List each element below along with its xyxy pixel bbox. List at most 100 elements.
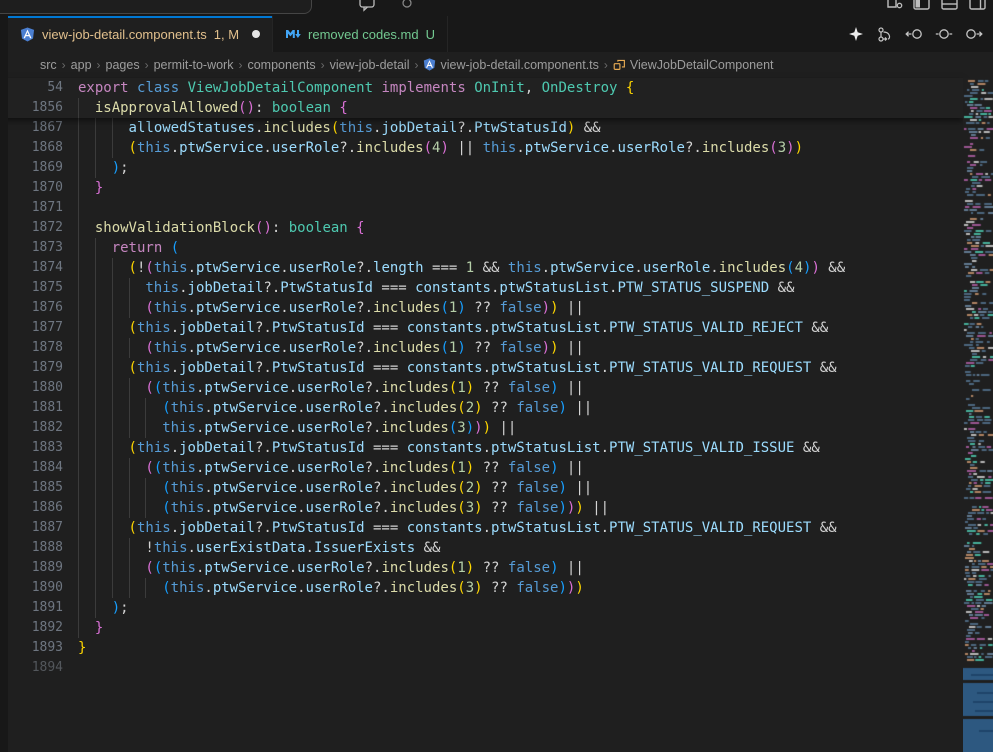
line-number[interactable]: 1874 bbox=[8, 258, 63, 278]
code-line[interactable]: 54 export class ViewJobDetailComponent im… bbox=[0, 78, 963, 98]
code-line[interactable]: 1888 !this.userExistData.IssuerExists && bbox=[0, 538, 963, 558]
line-number[interactable]: 1875 bbox=[8, 278, 63, 298]
code-text[interactable]: } bbox=[78, 178, 103, 198]
code-text[interactable]: this.jobDetail?.PtwStatusId === constant… bbox=[78, 278, 803, 298]
code-text[interactable]: (this.ptwService.userRole?.includes(3) ?… bbox=[78, 578, 584, 598]
previous-change-icon[interactable] bbox=[905, 26, 923, 42]
next-change-icon[interactable] bbox=[965, 26, 983, 42]
code-line[interactable]: 1889((this.ptwService.userRole?.includes… bbox=[0, 558, 963, 578]
toggle-panel-icon[interactable] bbox=[940, 0, 960, 13]
code-line[interactable]: 1872showValidationBlock(): boolean { bbox=[0, 218, 963, 238]
line-number[interactable]: 1870 bbox=[8, 178, 63, 198]
code-text[interactable]: export class ViewJobDetailComponent impl… bbox=[78, 78, 634, 98]
line-number[interactable]: 1892 bbox=[8, 618, 63, 638]
code-text[interactable]: (this.ptwService.userRole?.includes(2) ?… bbox=[78, 478, 601, 498]
line-number[interactable]: 1884 bbox=[8, 458, 63, 478]
line-number[interactable]: 1856 bbox=[8, 98, 63, 118]
code-text[interactable]: (this.ptwService.userRole?.includes(3) ?… bbox=[78, 498, 618, 518]
line-number[interactable]: 1879 bbox=[8, 358, 63, 378]
line-number[interactable]: 1877 bbox=[8, 318, 63, 338]
code-text[interactable]: (this.ptwService.userRole?.includes(1) ?… bbox=[78, 338, 592, 358]
code-line[interactable]: 1874 (!(this.ptwService.userRole?.length … bbox=[0, 258, 963, 278]
code-line[interactable]: 1881 (this.ptwService.userRole?.includes(… bbox=[0, 398, 963, 418]
line-number[interactable]: 1886 bbox=[8, 498, 63, 518]
line-number[interactable]: 1873 bbox=[8, 238, 63, 258]
feedback-comment-icon[interactable] bbox=[358, 0, 378, 14]
breadcrumb-item[interactable]: view-job-detail bbox=[330, 58, 410, 72]
code-line[interactable]: 1893} bbox=[0, 638, 963, 658]
code-text[interactable]: this.ptwService.userRole?.includes(3))) … bbox=[78, 418, 525, 438]
code-line[interactable]: 1876 (this.ptwService.userRole?.includes(… bbox=[0, 298, 963, 318]
line-number[interactable]: 1885 bbox=[8, 478, 63, 498]
code-text[interactable]: } bbox=[78, 618, 103, 638]
code-text[interactable]: ); bbox=[78, 598, 129, 618]
breadcrumb-item[interactable]: components bbox=[247, 58, 315, 72]
breadcrumb-item[interactable]: pages bbox=[106, 58, 140, 72]
code-line[interactable]: 1884 ((this.ptwService.userRole?.includes… bbox=[0, 458, 963, 478]
code-text[interactable]: (this.ptwService.userRole?.includes(2) ?… bbox=[78, 398, 601, 418]
code-text[interactable]: allowedStatuses.includes(this.jobDetail?… bbox=[78, 118, 609, 138]
line-number[interactable]: 1888 bbox=[8, 538, 63, 558]
code-text[interactable]: (this.jobDetail?.PtwStatusId === constan… bbox=[78, 318, 837, 338]
code-line[interactable]: 1883 (this.jobDetail?.PtwStatusId === con… bbox=[0, 438, 963, 458]
line-number[interactable]: 1883 bbox=[8, 438, 63, 458]
code-text[interactable]: return ( bbox=[78, 238, 179, 258]
line-number[interactable]: 1872 bbox=[8, 218, 63, 238]
source-control-graph-icon[interactable] bbox=[876, 26, 893, 43]
code-line[interactable]: 1880((this.ptwService.userRole?.includes… bbox=[0, 378, 963, 398]
line-number[interactable]: 1876 bbox=[8, 298, 63, 318]
code-text[interactable]: isApprovalAllowed(): boolean { bbox=[78, 98, 348, 118]
line-number[interactable]: 1881 bbox=[8, 398, 63, 418]
code-text[interactable]: (this.jobDetail?.PtwStatusId === constan… bbox=[78, 518, 845, 538]
line-number[interactable]: 1878 bbox=[8, 338, 63, 358]
code-text[interactable]: ); bbox=[78, 158, 129, 178]
line-number[interactable]: 1867 bbox=[8, 118, 63, 138]
code-text[interactable]: (this.jobDetail?.PtwStatusId === constan… bbox=[78, 358, 845, 378]
customize-layout-icon[interactable] bbox=[884, 0, 904, 13]
breadcrumb-item[interactable]: src bbox=[40, 58, 57, 72]
breadcrumb-symbol-class[interactable]: ViewJobDetailComponent bbox=[613, 58, 774, 72]
command-center[interactable] bbox=[0, 0, 312, 14]
code-line[interactable]: 1869); bbox=[0, 158, 963, 178]
line-number[interactable]: 54 bbox=[8, 78, 63, 98]
sticky-scroll[interactable]: 54 export class ViewJobDetailComponent im… bbox=[0, 78, 963, 118]
code-text[interactable]: ((this.ptwService.userRole?.includes(1) … bbox=[78, 558, 592, 578]
code-line[interactable]: 1871 bbox=[0, 198, 963, 218]
code-line[interactable]: 1891); bbox=[0, 598, 963, 618]
code-line[interactable]: 1856 isApprovalAllowed(): boolean { bbox=[0, 98, 963, 118]
minimap[interactable] bbox=[963, 78, 993, 752]
code-line[interactable]: 1890 (this.ptwService.userRole?.includes(… bbox=[0, 578, 963, 598]
toggle-secondary-sidebar-icon[interactable] bbox=[968, 0, 988, 13]
line-number[interactable]: 1880 bbox=[8, 378, 63, 398]
tab-view-job-detail-component[interactable]: view-job-detail.component.ts 1, M bbox=[8, 16, 273, 52]
line-number[interactable]: 1894 bbox=[8, 658, 63, 678]
copilot-sparkle-icon[interactable] bbox=[848, 26, 864, 42]
code-line[interactable]: 1887 (this.jobDetail?.PtwStatusId === con… bbox=[0, 518, 963, 538]
line-number[interactable]: 1893 bbox=[8, 638, 63, 658]
line-number[interactable]: 1868 bbox=[8, 138, 63, 158]
code-text[interactable]: !this.userExistData.IssuerExists && bbox=[78, 538, 449, 558]
line-number[interactable]: 1882 bbox=[8, 418, 63, 438]
code-line[interactable]: 1868(this.ptwService.userRole?.includes(… bbox=[0, 138, 963, 158]
line-number[interactable]: 1890 bbox=[8, 578, 63, 598]
code-line[interactable]: 1875 this.jobDetail?.PtwStatusId === cons… bbox=[0, 278, 963, 298]
code-text[interactable]: ((this.ptwService.userRole?.includes(1) … bbox=[78, 458, 592, 478]
open-changes-icon[interactable] bbox=[935, 26, 953, 42]
code-text[interactable]: (!(this.ptwService.userRole?.length === … bbox=[78, 258, 854, 278]
line-number[interactable]: 1871 bbox=[8, 198, 63, 218]
code-line[interactable]: 1873 return ( bbox=[0, 238, 963, 258]
breadcrumb-file[interactable]: view-job-detail.component.ts bbox=[423, 58, 598, 72]
code-text[interactable]: (this.ptwService.userRole?.includes(1) ?… bbox=[78, 298, 592, 318]
code-line[interactable]: 1867 allowedStatuses.includes(this.jobDet… bbox=[0, 118, 963, 138]
toggle-primary-sidebar-icon[interactable] bbox=[912, 0, 932, 13]
code-line[interactable]: 1879 (this.jobDetail?.PtwStatusId === con… bbox=[0, 358, 963, 378]
code-text[interactable] bbox=[78, 198, 95, 218]
code-text[interactable]: (this.jobDetail?.PtwStatusId === constan… bbox=[78, 438, 828, 458]
code-line[interactable]: 1878 (this.ptwService.userRole?.includes(… bbox=[0, 338, 963, 358]
code-text[interactable]: } bbox=[78, 638, 86, 658]
breadcrumb-item[interactable]: app bbox=[71, 58, 92, 72]
code-area[interactable]: 1867 allowedStatuses.includes(this.jobDet… bbox=[0, 118, 963, 678]
code-line[interactable]: 1870} bbox=[0, 178, 963, 198]
badge-small-icon[interactable] bbox=[400, 0, 414, 12]
line-number[interactable]: 1887 bbox=[8, 518, 63, 538]
